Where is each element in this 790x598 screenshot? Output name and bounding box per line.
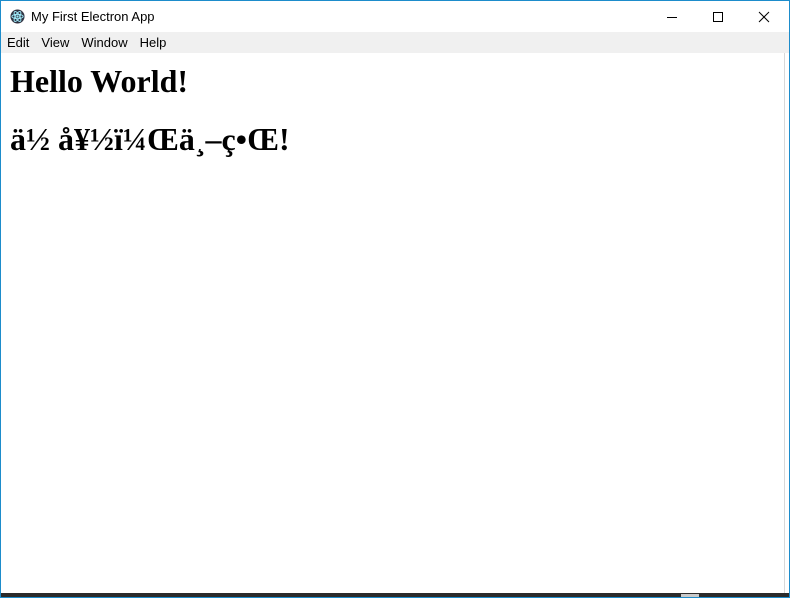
maximize-button[interactable] <box>695 1 741 32</box>
page-content: Hello World! ä½ å¥½ï¼Œä¸–ç•Œ! <box>1 53 785 593</box>
title-bar[interactable]: My First Electron App <box>1 1 789 32</box>
app-window: My First Electron App Edit View Window H… <box>0 0 790 598</box>
bottom-window-edge <box>1 593 789 597</box>
electron-atom-icon <box>10 9 25 24</box>
close-button[interactable] <box>741 1 787 32</box>
mojibake-heading: ä½ å¥½ï¼Œä¸–ç•Œ! <box>10 121 290 157</box>
menu-item-window[interactable]: Window <box>75 32 133 53</box>
hello-heading: Hello World! <box>10 63 189 99</box>
window-title: My First Electron App <box>31 9 155 24</box>
resize-handle[interactable] <box>681 594 699 597</box>
minimize-button[interactable] <box>649 1 695 32</box>
menu-bar: Edit View Window Help <box>1 32 789 53</box>
menu-item-help[interactable]: Help <box>134 32 173 53</box>
menu-item-edit[interactable]: Edit <box>1 32 35 53</box>
menu-item-view[interactable]: View <box>35 32 75 53</box>
right-scroll-edge <box>784 53 789 593</box>
